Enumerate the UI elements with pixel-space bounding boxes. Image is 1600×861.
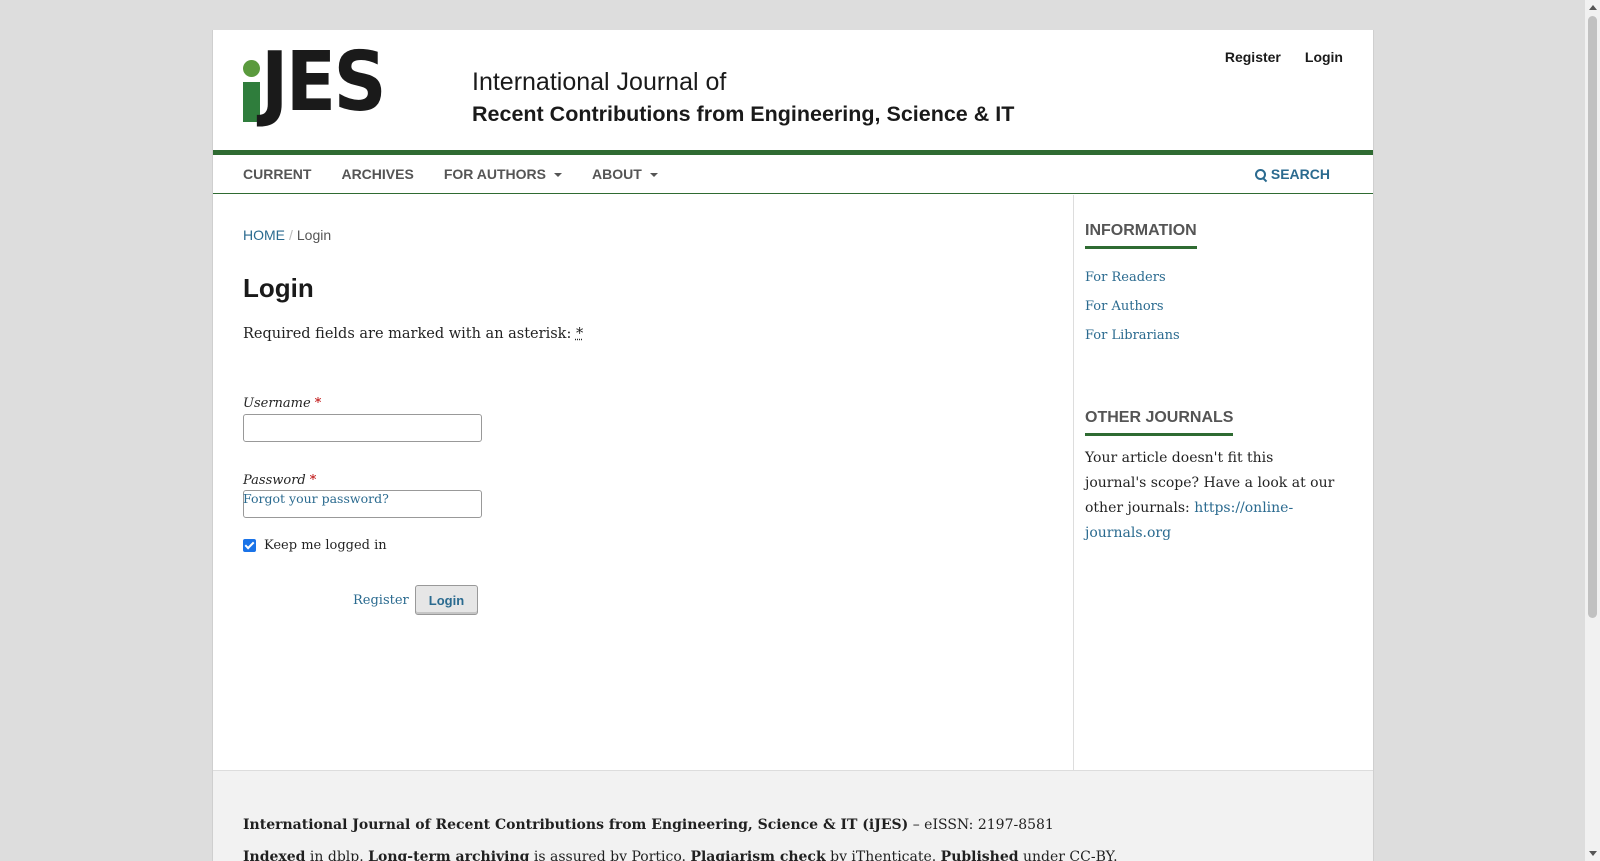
breadcrumb-separator: / bbox=[289, 227, 293, 243]
scrollbar-thumb[interactable] bbox=[1588, 16, 1597, 618]
breadcrumb-current: Login bbox=[296, 227, 332, 243]
footer-journal-name: International Journal of Recent Contribu… bbox=[243, 817, 909, 833]
other-journals-text: Your article doesn't fit this journal's … bbox=[1085, 446, 1335, 546]
username-input[interactable] bbox=[243, 414, 482, 442]
nav-item-label: About bbox=[591, 166, 642, 182]
breadcrumb: Home / Login bbox=[243, 227, 331, 243]
search-icon bbox=[1254, 169, 1266, 180]
logo-text: JES bbox=[261, 35, 387, 130]
breadcrumb-home-link[interactable]: Home bbox=[243, 227, 285, 243]
nav-item-label: For Authors bbox=[443, 166, 546, 182]
footer: International Journal of Recent Contribu… bbox=[213, 770, 1373, 861]
required-asterisk: * bbox=[575, 326, 584, 342]
footer-indexed-text: in dblp. bbox=[305, 849, 369, 861]
footer-archiving-text: is assured by Portico. bbox=[529, 849, 691, 861]
logo-journal-line2: Recent Contributions from Engineering, S… bbox=[472, 102, 1015, 126]
masthead: JES International Journal of Recent Cont… bbox=[213, 30, 1373, 150]
footer-plagiarism-text: by iThenticate. bbox=[825, 849, 941, 861]
logo-journal-line1: International Journal of bbox=[472, 68, 727, 96]
logo-i-stem bbox=[243, 82, 260, 122]
caret-down-icon bbox=[649, 172, 658, 177]
primary-nav: Current Archives For Authors About Searc… bbox=[213, 155, 1373, 194]
search-link[interactable]: Search bbox=[1254, 155, 1330, 194]
main-content: Home / Login Login Required fields are mar… bbox=[213, 195, 1074, 770]
register-link[interactable]: Register bbox=[353, 593, 409, 608]
page-container: JES International Journal of Recent Cont… bbox=[212, 30, 1374, 861]
login-button[interactable]: Login bbox=[415, 585, 478, 615]
required-fields-note: Required fields are marked with an aster… bbox=[243, 326, 583, 342]
keep-logged-in-label: Keep me logged in bbox=[264, 538, 387, 553]
nav-item-label: Archives bbox=[341, 166, 414, 182]
header-login-link[interactable]: Login bbox=[1305, 49, 1343, 65]
required-note-text: Required fields are marked with an aster… bbox=[243, 326, 572, 342]
sidebar-link-for-readers[interactable]: For Readers bbox=[1085, 270, 1166, 285]
required-asterisk: * bbox=[314, 396, 322, 411]
caret-down-icon bbox=[553, 172, 562, 177]
other-journals-title: Other Journals bbox=[1085, 409, 1234, 436]
information-title: Information bbox=[1085, 222, 1197, 249]
footer-indexed: Indexed bbox=[243, 849, 306, 861]
nav-item-label: Current bbox=[243, 166, 312, 182]
nav-item-archives[interactable]: Archives bbox=[341, 155, 413, 194]
sidebar-link-for-authors[interactable]: For Authors bbox=[1085, 299, 1164, 314]
sidebar-link-for-librarians[interactable]: For Librarians bbox=[1085, 328, 1180, 343]
footer-published-text: under CC-BY. bbox=[1018, 849, 1118, 861]
nav-item-about[interactable]: About bbox=[592, 155, 658, 194]
footer-journal-line: International Journal of Recent Contribu… bbox=[243, 817, 1054, 833]
username-label: Username * bbox=[243, 396, 321, 411]
footer-plagiarism: Plagiarism check bbox=[690, 849, 826, 861]
nav-item-for-authors[interactable]: For Authors bbox=[444, 155, 562, 194]
footer-published: Published bbox=[940, 849, 1019, 861]
password-label-text: Password bbox=[243, 473, 306, 488]
keep-logged-in-row[interactable]: Keep me logged in bbox=[243, 538, 387, 553]
password-label: Password * bbox=[243, 473, 316, 488]
scroll-down-arrow-icon[interactable] bbox=[1589, 851, 1597, 856]
required-asterisk: * bbox=[309, 473, 317, 488]
user-nav: Register Login bbox=[1225, 49, 1343, 65]
footer-issn: – eISSN: 2197-8581 bbox=[908, 817, 1054, 833]
keep-logged-in-checkbox[interactable] bbox=[243, 539, 256, 552]
forgot-password-link[interactable]: Forgot your password? bbox=[243, 491, 389, 506]
scroll-up-arrow-icon[interactable] bbox=[1589, 5, 1597, 10]
page-title: Login bbox=[243, 273, 314, 303]
username-label-text: Username bbox=[243, 396, 311, 411]
footer-archiving: Long-term archiving bbox=[368, 849, 530, 861]
header-register-link[interactable]: Register bbox=[1225, 49, 1281, 65]
nav-item-current[interactable]: Current bbox=[243, 155, 311, 194]
page-scrollbar[interactable] bbox=[1585, 0, 1600, 861]
search-label: Search bbox=[1270, 166, 1330, 182]
logo-i-dot bbox=[243, 60, 260, 77]
footer-info-line: Indexed in dblp. Long-term archiving is … bbox=[243, 849, 1118, 861]
